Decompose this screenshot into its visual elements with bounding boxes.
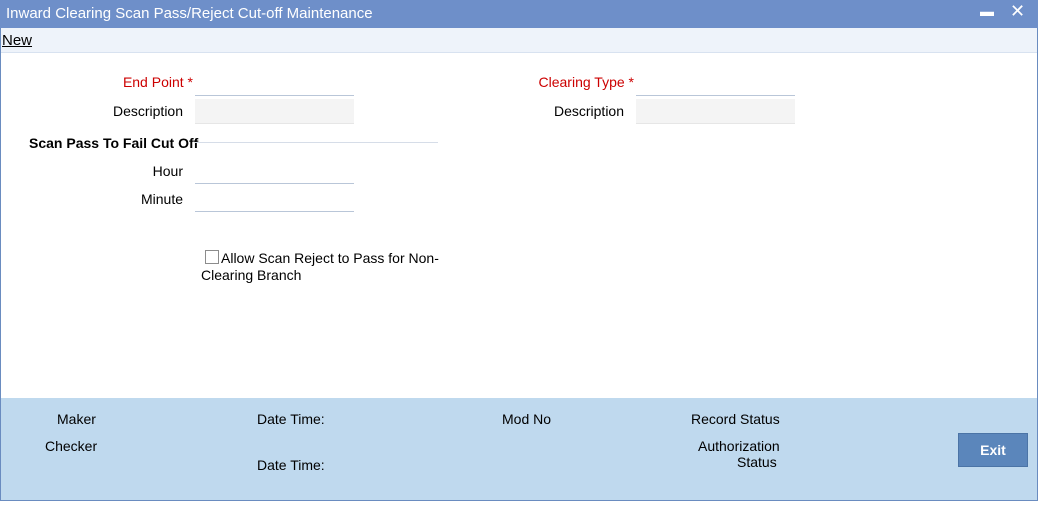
clearing-type-label: Clearing Type * <box>500 74 634 90</box>
authorization-status-label-line2: Status <box>737 454 777 470</box>
close-icon[interactable]: ✕ <box>1010 1 1025 22</box>
clearing-type-input[interactable] <box>636 71 795 96</box>
end-point-input[interactable] <box>195 71 354 96</box>
clearing-type-label-text: Clearing Type <box>538 74 625 90</box>
authorization-status-label-line1: Authorization <box>698 438 780 454</box>
mod-no-label: Mod No <box>502 411 552 427</box>
allow-scan-reject-label: Allow Scan Reject to Pass for Non-Cleari… <box>201 250 439 283</box>
section-title: Scan Pass To Fail Cut Off <box>29 135 199 151</box>
checker-label: Checker <box>45 438 98 454</box>
clearing-type-description-label: Description <box>553 103 624 119</box>
hour-label: Hour <box>152 163 183 179</box>
menu-bar: New <box>1 28 1037 53</box>
minute-label: Minute <box>140 191 183 207</box>
minimize-icon[interactable]: ▬ <box>980 3 994 19</box>
required-asterisk: * <box>628 74 634 90</box>
new-menu-link[interactable]: New <box>2 32 32 49</box>
exit-button[interactable]: Exit <box>958 433 1028 467</box>
checker-date-time-label: Date Time: <box>257 457 325 473</box>
window-title: Inward Clearing Scan Pass/Reject Cut-off… <box>6 5 373 22</box>
title-bar: Inward Clearing Scan Pass/Reject Cut-off… <box>0 0 1038 28</box>
maker-date-time-label: Date Time: <box>257 411 325 427</box>
clearing-type-description-field <box>636 99 795 124</box>
maker-label: Maker <box>57 411 96 427</box>
minute-input[interactable] <box>195 187 354 212</box>
audit-footer: Maker Checker Date Time: Date Time: Mod … <box>1 398 1037 500</box>
hour-input[interactable] <box>195 159 354 184</box>
record-status-label: Record Status <box>691 411 780 427</box>
description-label: Description <box>112 103 183 119</box>
section-divider <box>195 142 438 143</box>
end-point-description-field <box>195 99 354 124</box>
end-point-label: End Point * <box>80 74 193 90</box>
required-asterisk: * <box>187 74 193 90</box>
end-point-label-text: End Point <box>122 74 184 90</box>
allow-scan-reject-checkbox[interactable] <box>205 250 219 264</box>
